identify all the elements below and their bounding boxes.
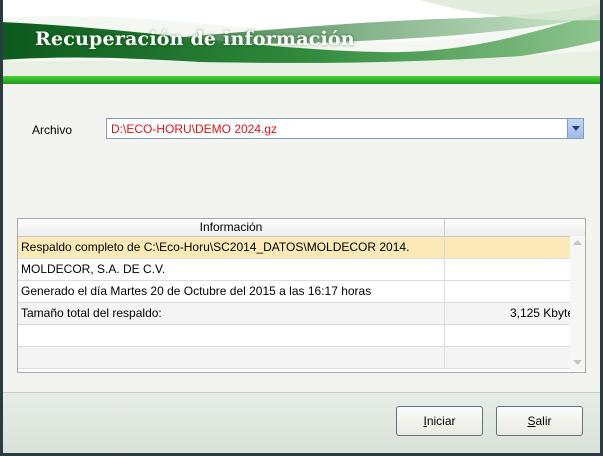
window-title: Recuperación de información <box>35 28 355 50</box>
table-cell <box>445 325 585 346</box>
table-cell <box>445 237 585 258</box>
grid-header-info[interactable]: Información <box>18 219 445 236</box>
table-row[interactable] <box>18 347 585 369</box>
table-cell: 3,125 Kbytes <box>509 306 580 320</box>
recovery-window: Recuperación de información Archivo D:\E… <box>0 0 603 456</box>
iniciar-label: niciar <box>426 414 456 428</box>
table-row[interactable] <box>18 325 585 347</box>
table-cell <box>445 347 585 368</box>
table-row[interactable]: Respaldo completo de C:\Eco-Horu\SC2014_… <box>18 237 585 259</box>
iniciar-button[interactable]: Iniciar <box>396 406 483 436</box>
banner-green-strip <box>0 76 603 84</box>
salir-label: alir <box>535 414 552 428</box>
table-row[interactable]: MOLDECOR, S.A. DE C.V. <box>18 259 585 281</box>
scroll-up-icon[interactable] <box>573 240 582 245</box>
archivo-label: Archivo <box>32 123 73 137</box>
table-cell: MOLDECOR, S.A. DE C.V. <box>18 259 445 280</box>
grid-scrollbar[interactable] <box>570 236 585 371</box>
table-cell: Respaldo completo de C:\Eco-Horu\SC2014_… <box>18 237 445 258</box>
chevron-down-icon <box>572 126 580 131</box>
dropdown-arrow-button[interactable] <box>567 119 583 138</box>
archivo-dropdown[interactable]: D:\ECO-HORU\DEMO 2024.gz <box>106 118 584 139</box>
table-cell <box>18 347 445 368</box>
table-row[interactable]: Tamaño total del respaldo: 3,125 Kbytes <box>18 303 585 325</box>
archivo-value: D:\ECO-HORU\DEMO 2024.gz <box>111 122 278 136</box>
table-cell <box>18 325 445 346</box>
table-cell: Generado el día Martes 20 de Octubre del… <box>18 281 445 302</box>
salir-mnemonic: S <box>527 414 536 428</box>
header-banner: Recuperación de información <box>0 0 603 84</box>
table-cell: Tamaño total del respaldo: <box>18 303 445 324</box>
table-cell <box>445 281 585 302</box>
table-row[interactable]: Generado el día Martes 20 de Octubre del… <box>18 281 585 303</box>
grid-header-value[interactable] <box>445 219 585 236</box>
scroll-down-icon[interactable] <box>573 360 582 365</box>
table-cell <box>445 259 585 280</box>
window-border-left <box>0 0 3 456</box>
info-grid[interactable]: Información Respaldo completo de C:\Eco-… <box>17 218 586 373</box>
salir-button[interactable]: Salir <box>496 406 583 436</box>
grid-header: Información <box>18 219 585 237</box>
